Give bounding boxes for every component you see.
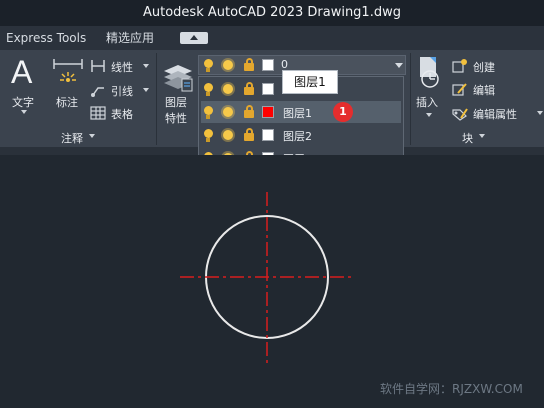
edit-attributes-icon [452, 108, 468, 121]
menu-express-tools[interactable]: Express Tools [6, 26, 86, 50]
sun-thaw-icon[interactable] [223, 84, 233, 94]
table-icon [90, 106, 106, 120]
dimension-label: 标注 [56, 96, 78, 109]
annotation-panel-expand-icon[interactable] [89, 134, 95, 138]
layer-name: 图层1 [283, 107, 312, 120]
layer-stack-icon [164, 65, 193, 92]
leader-icon [91, 87, 104, 97]
insert-label: 插入 [416, 96, 438, 109]
insert-block-icon [420, 57, 439, 88]
text-button[interactable]: A [8, 54, 42, 92]
dimension-icon [53, 59, 83, 82]
insert-block-button[interactable]: 插入 [414, 55, 444, 125]
edit-label: 编辑 [473, 84, 495, 97]
insert-dropdown-icon [426, 113, 432, 117]
create-block-icon [452, 59, 467, 73]
block-panel-title[interactable]: 块 [462, 130, 473, 146]
layer-color-swatch[interactable] [262, 106, 274, 118]
lightbulb-base [206, 68, 210, 72]
layer-properties-label-1: 图层 [165, 96, 187, 109]
linear-button[interactable]: 线性 [90, 58, 152, 74]
lightbulb-base [206, 92, 210, 96]
linear-dimension-icon [91, 60, 105, 72]
layer-properties-button[interactable]: 图层 特性 [160, 55, 196, 125]
lightbulb-base [206, 138, 210, 142]
block-panel-expand-icon[interactable] [479, 134, 485, 138]
lightbulb-on-icon[interactable] [204, 106, 213, 115]
leader-label: 引线 [111, 85, 133, 98]
lightbulb-base [206, 115, 210, 119]
edit-attributes-button[interactable]: 编辑属性 [452, 105, 544, 121]
dimension-button[interactable] [52, 56, 84, 92]
lightbulb-on-icon[interactable] [204, 83, 213, 92]
menu-featured-apps[interactable]: 精选应用 [106, 26, 154, 50]
linear-dropdown-icon [143, 64, 149, 68]
layer-color-swatch[interactable] [262, 129, 274, 141]
unlock-icon[interactable] [244, 110, 254, 118]
panel-divider [156, 53, 157, 145]
create-label: 创建 [473, 61, 495, 74]
layer-name: 图层2 [283, 130, 312, 143]
lightbulb-on-icon[interactable] [204, 129, 213, 138]
edit-block-icon [452, 83, 467, 96]
panel-divider [410, 53, 411, 145]
text-a-icon: A [11, 54, 33, 90]
layer-row-2[interactable]: 图层2 [201, 124, 401, 146]
table-label: 表格 [111, 108, 133, 121]
unlock-icon[interactable] [244, 87, 254, 95]
edit-attributes-dropdown-icon [537, 111, 543, 115]
layer-properties-label-2: 特性 [165, 112, 187, 125]
panel-toggle-button[interactable] [180, 32, 208, 44]
text-label: 文字 [12, 96, 34, 109]
drawing-svg [180, 192, 354, 365]
layer-color-swatch [262, 59, 274, 71]
create-block-button[interactable]: 创建 [452, 58, 522, 74]
edit-block-button[interactable]: 编辑 [452, 81, 522, 97]
lightbulb-on-icon [204, 59, 213, 68]
step-badge: 1 [333, 102, 353, 122]
edit-attributes-label: 编辑属性 [473, 108, 517, 121]
triangle-up-icon [190, 35, 198, 40]
sun-thaw-icon [223, 60, 233, 70]
watermark: 软件自学网：RJZXW.COM [380, 382, 523, 396]
leader-button[interactable]: 引线 [90, 82, 152, 98]
sun-thaw-icon[interactable] [223, 130, 233, 140]
layer-row-1[interactable]: 图层1 [201, 101, 401, 123]
unlock-icon [244, 63, 254, 71]
annotation-panel-title[interactable]: 注释 [61, 130, 83, 146]
window-title: Autodesk AutoCAD 2023 Drawing1.dwg [143, 5, 401, 20]
unlock-icon[interactable] [244, 133, 254, 141]
leader-dropdown-icon [143, 88, 149, 92]
text-dropdown-icon[interactable] [21, 110, 27, 114]
layer-color-swatch[interactable] [262, 83, 274, 95]
layer-tooltip: 图层1 [282, 70, 338, 94]
table-button[interactable]: 表格 [90, 105, 150, 121]
linear-label: 线性 [111, 61, 133, 74]
layer-combo-arrow-icon[interactable] [395, 63, 403, 68]
sun-thaw-icon[interactable] [223, 107, 233, 117]
